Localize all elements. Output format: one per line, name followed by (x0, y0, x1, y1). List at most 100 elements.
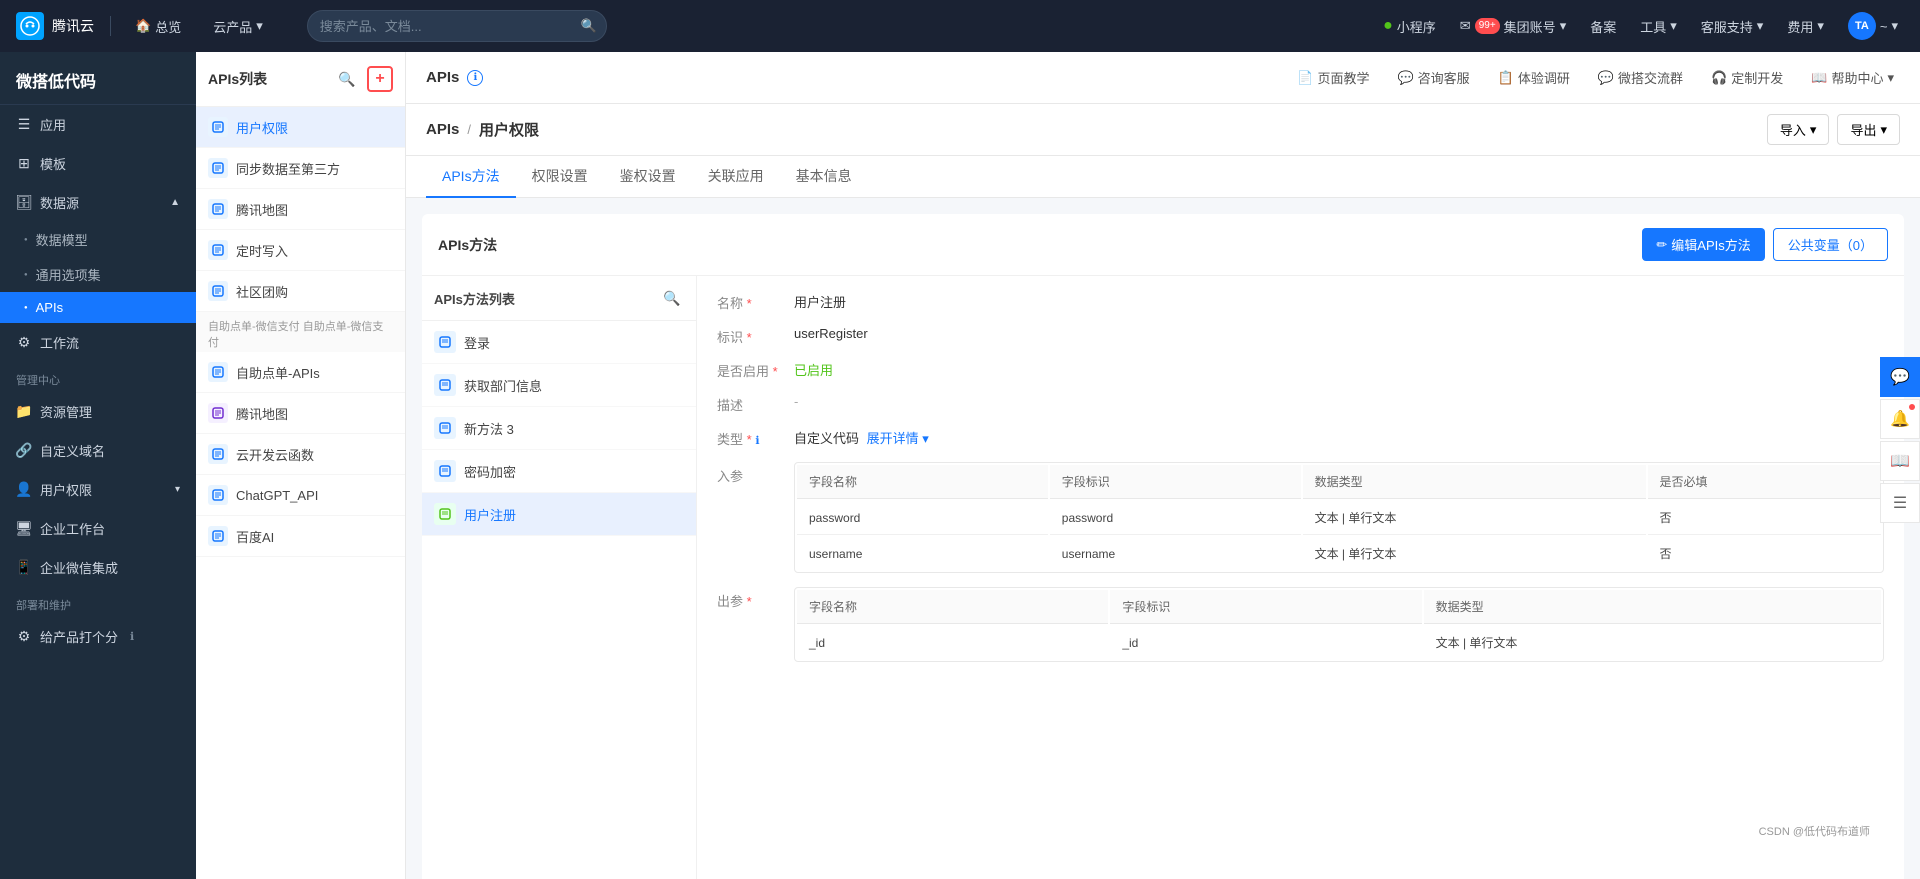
public-var-label: 公共变量（0） (1788, 238, 1873, 253)
tool-page-teaching[interactable]: 📄 页面教学 (1291, 64, 1375, 91)
list-item-sync-data[interactable]: 同步数据至第三方 (196, 148, 405, 189)
float-btn-menu[interactable]: ☰ (1880, 483, 1920, 523)
tab-basic-info[interactable]: 基本信息 (780, 166, 868, 198)
breadcrumb-sep: / (467, 122, 471, 137)
input-label: 入参 (717, 462, 782, 485)
list-item-community-label: 社区团购 (236, 282, 288, 301)
nav-overview[interactable]: 🏠 总览 (127, 13, 189, 40)
tool-consult[interactable]: 💬 咨询客服 (1391, 64, 1475, 91)
api-method-list: APIs方法列表 🔍 登录 (422, 276, 697, 879)
sidebar-item-app[interactable]: ☰ 应用 (0, 105, 196, 144)
page-breadcrumb-root: APIs (426, 121, 459, 138)
list-item-chatgpt[interactable]: ChatGPT_API (196, 475, 405, 516)
sidebar-item-workflow[interactable]: ⚙ 工作流 (0, 323, 196, 362)
tab-permission[interactable]: 权限设置 (516, 166, 604, 198)
method-item-register-label: 用户注册 (464, 505, 516, 524)
page-teaching-icon: 📄 (1297, 70, 1313, 86)
main-content: APIs ℹ 📄 页面教学 💬 咨询客服 📋 体验调研 💬 微 (406, 52, 1920, 879)
method-list-title: APIs方法列表 (434, 289, 515, 308)
search-secondary-btn[interactable]: 🔍 (335, 67, 359, 91)
sidebar-item-wechat[interactable]: 📱 企业微信集成 (0, 548, 196, 587)
table-row: _id _id 文本 | 单行文本 (797, 626, 1881, 659)
sidebar-item-template-label: 模板 (40, 154, 66, 173)
chevron-down-icon-import: ▾ (1810, 122, 1817, 138)
out-cell-id-name: _id (797, 626, 1108, 659)
list-item-tencent-map[interactable]: 腾讯地图 (196, 189, 405, 230)
edit-apis-method-btn[interactable]: ✏ 编辑APIs方法 (1642, 228, 1764, 261)
customer-service-btn[interactable]: 客服支持 ▾ (1695, 13, 1770, 40)
float-btn-book[interactable]: 📖 (1880, 441, 1920, 481)
tab-related-app[interactable]: 关联应用 (692, 166, 780, 198)
sidebar-item-options-label: 通用选项集 (36, 265, 101, 284)
secondary-sidebar-header: APIs列表 🔍 + (196, 52, 405, 107)
type-expand-link[interactable]: 展开详情 (867, 431, 919, 446)
sidebar-item-data-model[interactable]: ● 数据模型 (0, 222, 196, 257)
help-center-icon: 📖 (1811, 70, 1827, 86)
method-item-login[interactable]: 登录 (422, 321, 696, 364)
sidebar-item-template[interactable]: ⊞ 模板 (0, 144, 196, 183)
tool-help-center[interactable]: 📖 帮助中心 ▾ (1805, 64, 1900, 91)
out-cell-id-id: _id (1110, 626, 1421, 659)
left-sidebar: 微搭低代码 ☰ 应用 ⊞ 模板 🗄 数据源 ▲ ● 数据模型 ● 通用选项集 ●… (0, 52, 196, 879)
panel-actions: ✏ 编辑APIs方法 公共变量（0） (1642, 228, 1888, 261)
tools-btn[interactable]: 工具 ▾ (1634, 13, 1683, 40)
chevron-down-icon-cs: ▾ (1757, 18, 1764, 34)
sidebar-item-resource[interactable]: 📁 资源管理 (0, 392, 196, 431)
sidebar-item-apis[interactable]: ● APIs (0, 292, 196, 323)
sidebar-item-user-permission[interactable]: 👤 用户权限 ▾ (0, 470, 196, 509)
user-avatar-btn[interactable]: TA ~ ▾ (1842, 8, 1904, 44)
out-col-data-type: 数据类型 (1424, 590, 1881, 624)
enterprise-icon: 🖥 (16, 521, 32, 537)
public-var-btn[interactable]: 公共变量（0） (1773, 228, 1888, 261)
apis-tabs-bar: APIs方法 权限设置 鉴权设置 关联应用 基本信息 (406, 156, 1920, 198)
list-item-user-permission[interactable]: 用户权限 (196, 107, 405, 148)
apis-info-icon[interactable]: ℹ (467, 70, 483, 86)
import-btn[interactable]: 导入 ▾ (1767, 114, 1830, 145)
message-icon: ✉ (1460, 18, 1471, 34)
sidebar-item-datasource[interactable]: 🗄 数据源 ▲ (0, 183, 196, 222)
sidebar-item-options[interactable]: ● 通用选项集 (0, 257, 196, 292)
method-list-search-btn[interactable]: 🔍 (660, 286, 684, 310)
nav-divider (110, 16, 111, 36)
method-item-register[interactable]: 用户注册 (422, 493, 696, 536)
mini-program-btn[interactable]: ● 小程序 (1377, 13, 1442, 40)
nav-cloud-products[interactable]: 云产品 ▾ (205, 13, 271, 40)
group-account-btn[interactable]: ✉ 99+ 集团账号 ▾ (1454, 13, 1572, 40)
sidebar-item-rate[interactable]: ⚙ 给产品打个分 ℹ (0, 617, 196, 656)
list-item-community[interactable]: 社区团购 (196, 271, 405, 312)
chat-icon: 💬 (1890, 367, 1910, 387)
list-item-baidu-ai[interactable]: 百度AI (196, 516, 405, 557)
export-btn[interactable]: 导出 ▾ (1837, 114, 1900, 145)
list-item-timed-write[interactable]: 定时写入 (196, 230, 405, 271)
method-item-dept-label: 获取部门信息 (464, 376, 542, 395)
list-item-self-api[interactable]: 自助点单-APIs (196, 352, 405, 393)
method-item-new3[interactable]: 新方法 3 (422, 407, 696, 450)
type-info-icon[interactable]: ℹ (755, 435, 759, 447)
sidebar-item-enterprise[interactable]: 🖥 企业工作台 (0, 509, 196, 548)
float-btn-notify[interactable]: 🔔 (1880, 399, 1920, 439)
tool-experience[interactable]: 📋 体验调研 (1492, 64, 1576, 91)
cost-btn[interactable]: 费用 ▾ (1781, 13, 1830, 40)
list-item-tencent-map-2[interactable]: 腾讯地图 (196, 393, 405, 434)
logo[interactable]: 腾讯云 (16, 12, 94, 40)
method-item-encrypt[interactable]: 密码加密 (422, 450, 696, 493)
api-icon-sync (208, 158, 228, 178)
list-item-cloud-func[interactable]: 云开发云函数 (196, 434, 405, 475)
api-icon-map2 (208, 403, 228, 423)
tool-custom-dev[interactable]: 🎧 定制开发 (1705, 64, 1789, 91)
top-nav-right: ● 小程序 ✉ 99+ 集团账号 ▾ 备案 工具 ▾ 客服支持 ▾ 费用 ▾ T… (1377, 8, 1904, 44)
float-btn-chat[interactable]: 💬 (1880, 357, 1920, 397)
tab-auth[interactable]: 鉴权设置 (604, 166, 692, 198)
sidebar-item-domain[interactable]: 🔗 自定义域名 (0, 431, 196, 470)
tool-wechat-group[interactable]: 💬 微搭交流群 (1592, 64, 1689, 91)
list-item-user-permission-label: 用户权限 (236, 118, 288, 137)
add-api-btn[interactable]: + (367, 66, 393, 92)
col-field-id: 字段标识 (1050, 465, 1301, 499)
tab-apis-method[interactable]: APIs方法 (426, 166, 516, 198)
method-item-dept-info[interactable]: 获取部门信息 (422, 364, 696, 407)
cell-password-required: 否 (1648, 501, 1881, 535)
search-input[interactable] (307, 10, 607, 42)
name-label: 名称 * (717, 292, 782, 312)
beian-btn[interactable]: 备案 (1584, 13, 1622, 40)
tab-apis-method-label: APIs方法 (442, 168, 500, 184)
